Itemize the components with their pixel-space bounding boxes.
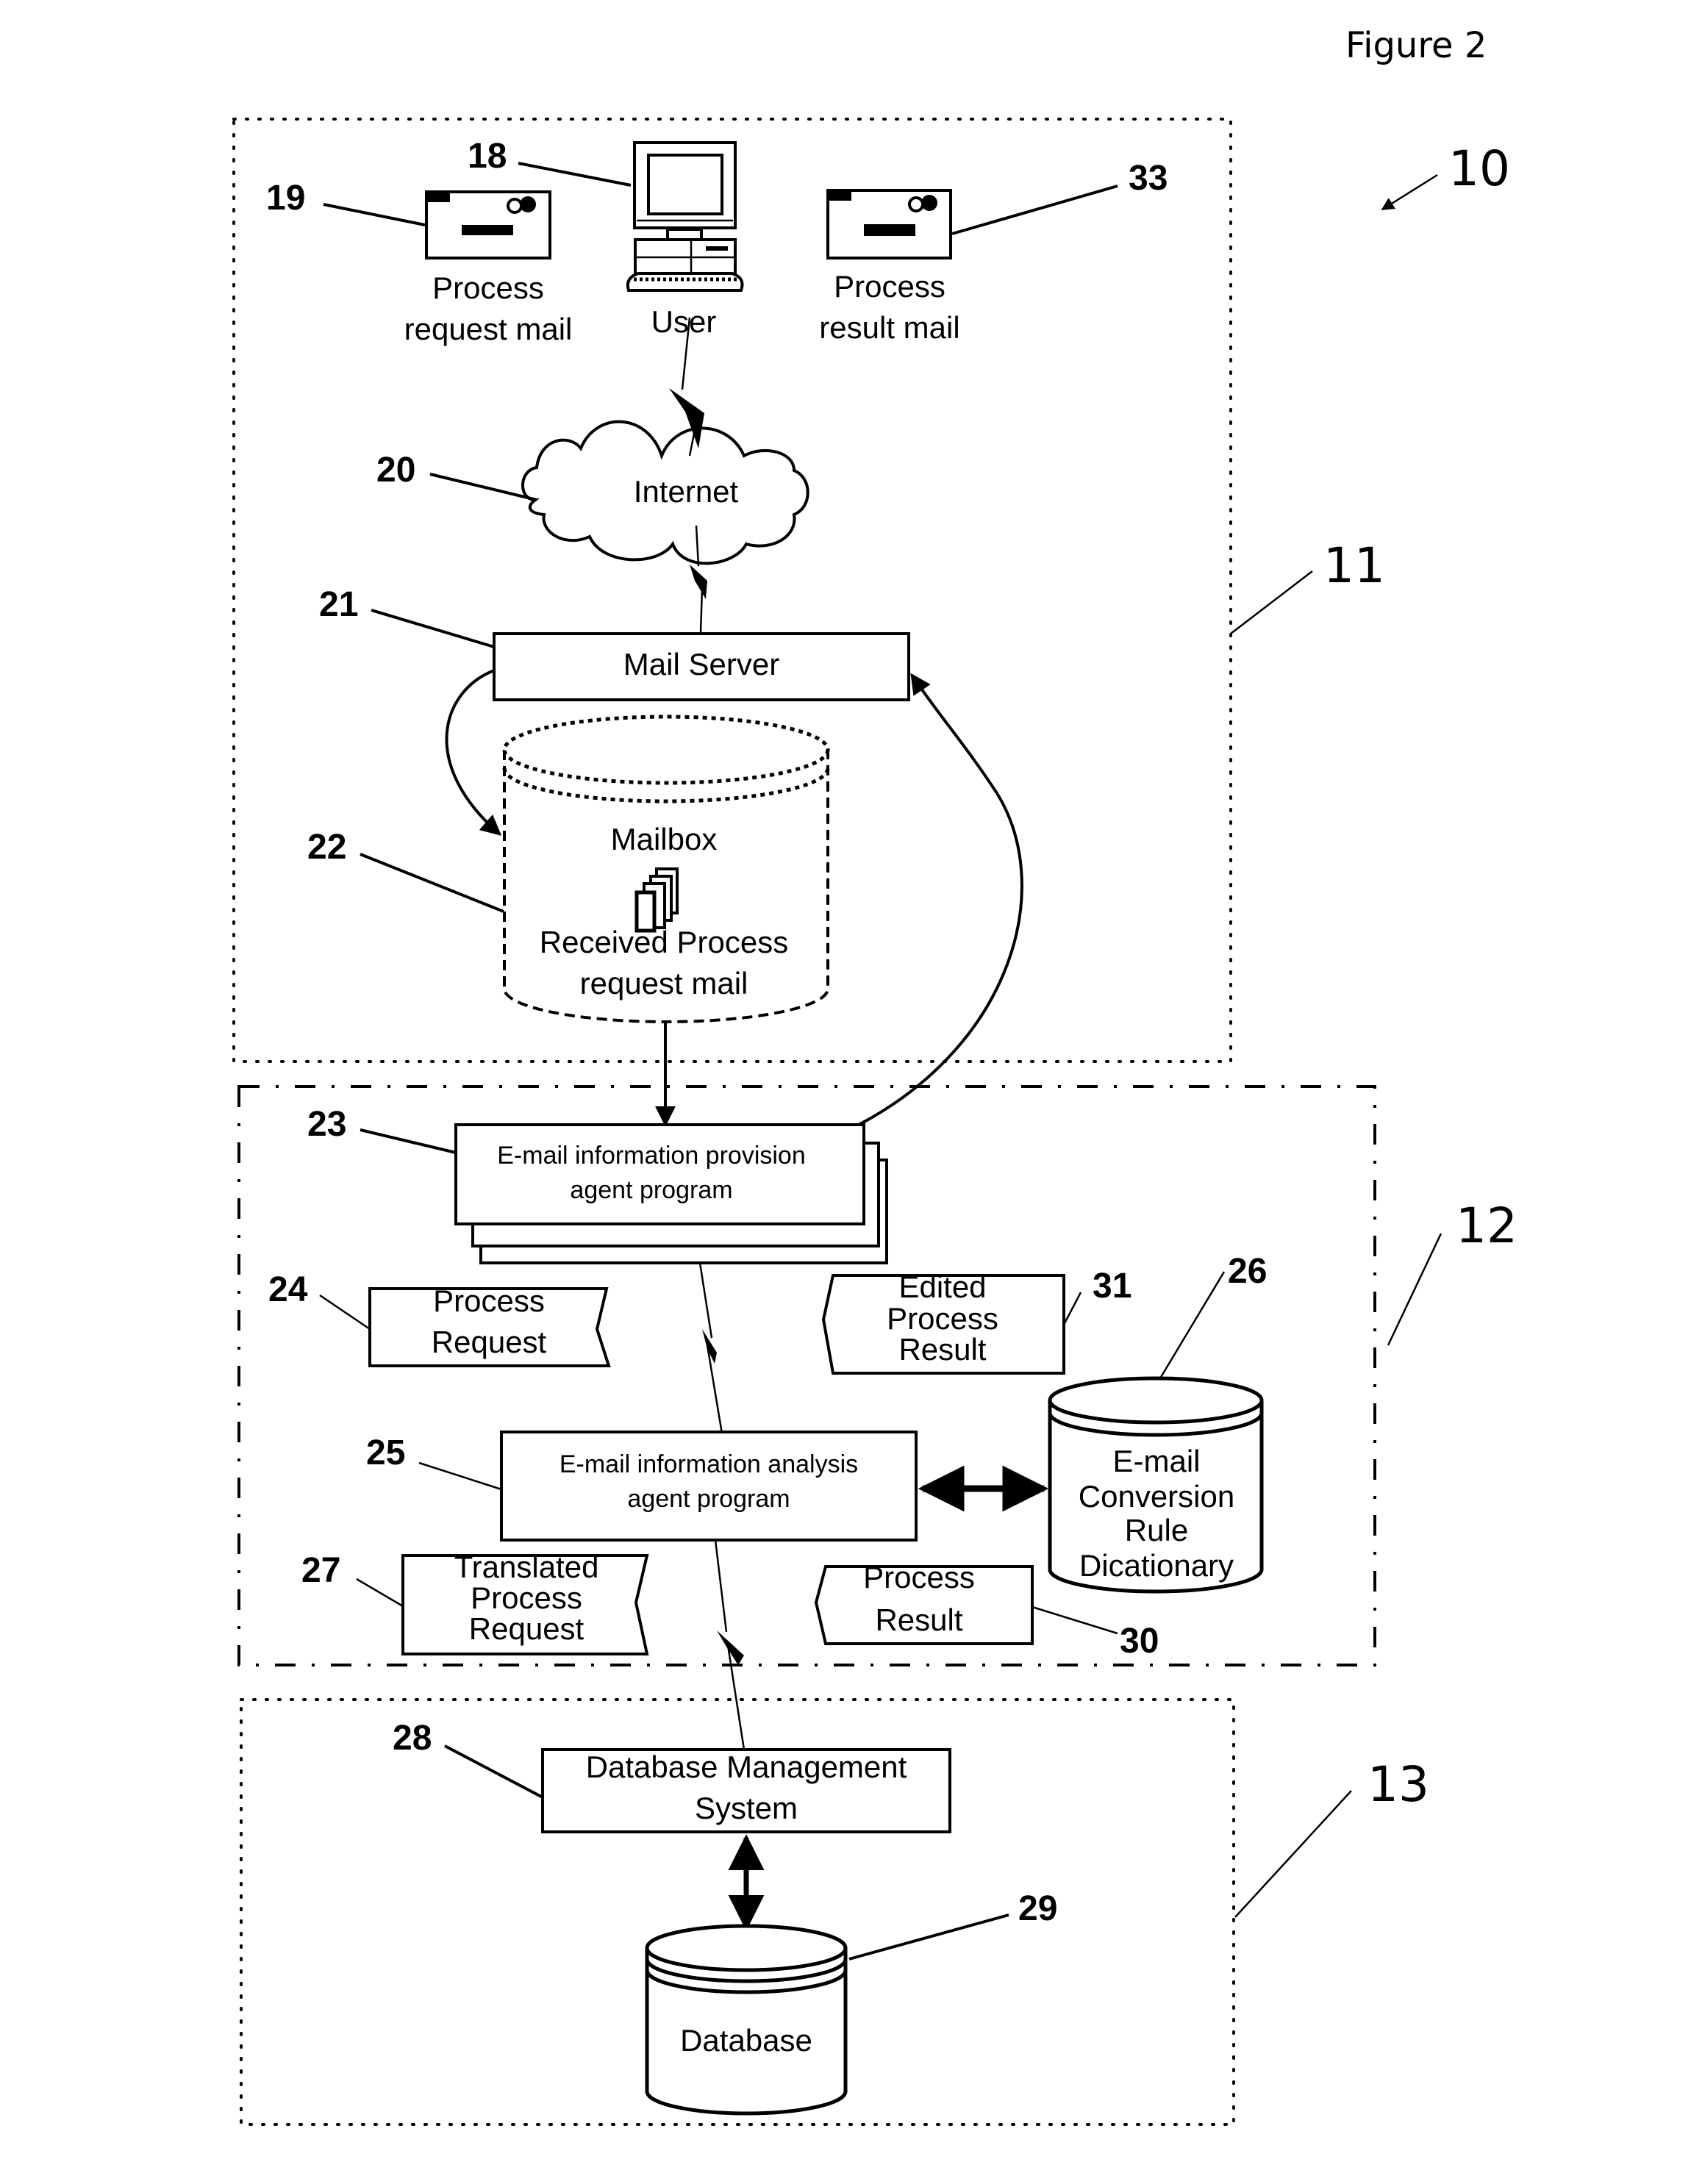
figure-title: Figure 2 [1345, 25, 1487, 66]
ref-29: 29 [1018, 1889, 1057, 1928]
process-result-label-2: Result [875, 1603, 962, 1637]
ref-18: 18 [468, 137, 507, 176]
process-result-label-1: Process [863, 1560, 975, 1594]
process-request-mail-label-2: request mail [404, 312, 573, 346]
ref-24: 24 [268, 1270, 308, 1309]
dictionary-label-1: E-mail [1112, 1444, 1200, 1478]
arrow-agent-to-server [843, 673, 1023, 1134]
wireless-link-internet-server [690, 525, 707, 633]
ref-23: 23 [307, 1105, 346, 1144]
process-request-label-1: Process [433, 1283, 545, 1318]
database-cylinder [645, 1924, 848, 2116]
process-result-mail-label-1: Process [834, 269, 945, 304]
ref-25-leader [418, 1461, 502, 1491]
section-ref-11: 11 [1323, 537, 1385, 594]
ref-28: 28 [393, 1719, 432, 1758]
wireless-link-analysis-dbms [714, 1539, 746, 1750]
ref-23-leader [360, 1128, 457, 1154]
mail-server-label: Mail Server [623, 647, 779, 681]
wireless-link-provision-analysis [698, 1262, 723, 1434]
user-computer-icon [626, 141, 744, 292]
database-label: Database [680, 2023, 812, 2058]
translated-request-label-2: Process [471, 1580, 582, 1615]
ref-28-leader [444, 1744, 543, 1799]
edited-result-label-2: Process [887, 1301, 998, 1336]
ref-27: 27 [301, 1551, 340, 1590]
ref-22: 22 [307, 828, 346, 867]
ref-19-leader [323, 203, 426, 226]
system-ref-label: 10 [1448, 140, 1510, 197]
edited-result-label-1: Edited [898, 1270, 986, 1304]
section-ref-13: 13 [1368, 1756, 1429, 1813]
ref-19: 19 [266, 179, 305, 218]
mailbox-content-line-1: Received Process [540, 925, 788, 959]
ref-26-leader [1159, 1271, 1226, 1379]
process-result-mail-icon [826, 189, 952, 259]
section-ref-12: 12 [1456, 1197, 1517, 1254]
ref-24-leader [319, 1294, 371, 1331]
arrow-server-to-mailbox [445, 669, 502, 836]
mailbox-label: Mailbox [611, 822, 718, 856]
process-request-label-2: Request [432, 1325, 547, 1359]
process-request-mail-icon [425, 190, 551, 259]
translated-request-label-1: Translated [454, 1550, 599, 1584]
ref-20: 20 [376, 451, 415, 490]
dbms-label-2: System [695, 1791, 798, 1825]
dbms-label-1: Database Management [586, 1750, 907, 1784]
ref-18-leader [518, 162, 632, 187]
ref-33-leader [951, 185, 1118, 235]
process-request-mail-label-1: Process [432, 271, 544, 305]
section-ref-12-leader [1387, 1233, 1442, 1346]
ref-20-leader [429, 473, 537, 501]
edited-result-label-3: Result [898, 1332, 986, 1367]
section-ref-11-leader [1230, 570, 1313, 634]
translated-request-label-3: Request [469, 1611, 584, 1646]
internet-label: Internet [634, 474, 739, 509]
provision-agent-label-2: agent program [570, 1176, 732, 1204]
dictionary-label-3: Rule [1125, 1513, 1188, 1547]
system-ref-arrow [1381, 173, 1438, 211]
user-label: User [651, 304, 717, 339]
ref-22-leader [360, 853, 504, 913]
ref-21: 21 [319, 585, 358, 624]
ref-30: 30 [1120, 1622, 1159, 1661]
ref-31-leader [1062, 1292, 1082, 1325]
analysis-agent-label-1: E-mail information analysis [560, 1450, 858, 1478]
ref-33: 33 [1129, 159, 1168, 198]
mailbox-content-line-2: request mail [580, 966, 748, 1000]
dictionary-label-4: Dicationary [1079, 1548, 1234, 1583]
ref-21-leader [371, 609, 495, 648]
dictionary-label-2: Conversion [1079, 1479, 1234, 1514]
ref-26: 26 [1228, 1252, 1267, 1291]
ref-25: 25 [366, 1433, 405, 1472]
system-diagram: Figure 2 10 11 12 13 18 User 19 Process … [232, 25, 1517, 2126]
ref-31: 31 [1093, 1267, 1131, 1306]
section-ref-13-leader [1234, 1790, 1352, 1918]
ref-30-leader [1032, 1605, 1118, 1635]
ref-29-leader [848, 1913, 1009, 1961]
process-result-mail-label-2: result mail [819, 310, 959, 345]
ref-27-leader [356, 1578, 404, 1608]
provision-agent-label-1: E-mail information provision [497, 1142, 806, 1170]
analysis-agent-label-2: agent program [627, 1485, 790, 1513]
